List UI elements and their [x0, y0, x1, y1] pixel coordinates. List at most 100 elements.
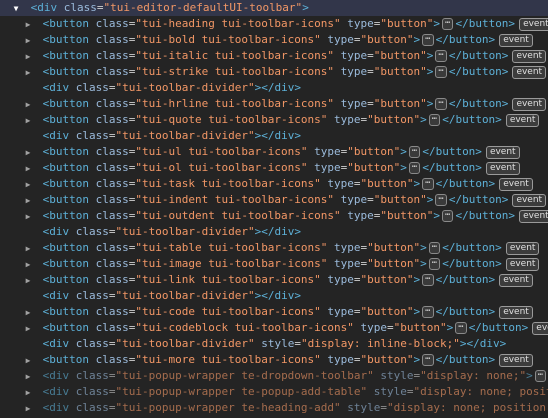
caret-right-icon[interactable]: ▶: [22, 369, 34, 384]
tag-bracket: >: [413, 33, 421, 46]
collapsed-children-ellipsis-icon[interactable]: ⋯: [408, 162, 421, 174]
attribute-value: "tui-popup-wrapper te-dropdown-toolbar": [115, 369, 374, 382]
attribute-name: class: [95, 193, 129, 206]
caret-down-icon[interactable]: ▼: [10, 1, 22, 16]
tree-node-row[interactable]: ▶ <button class = "tui-indent tui-toolbar-…: [0, 192, 548, 208]
caret-right-icon[interactable]: ▶: [22, 17, 34, 32]
tree-node-row[interactable]: ▶ <button class = "tui-bold tui-toolbar-ic…: [0, 32, 548, 48]
tree-node-row[interactable]: ▶ <button class="tui-image tui-toolbar-i…: [0, 256, 548, 272]
attribute-value: "tui-popup-wrapper te-popup-add-table": [115, 385, 368, 398]
caret-right-icon[interactable]: ▶: [22, 353, 34, 368]
caret-right-icon[interactable]: ▶: [22, 97, 34, 112]
tree-node-row[interactable]: ▶ <button class="tui-ul tui-toolbar-icon…: [0, 144, 548, 160]
event-badge[interactable]: event: [519, 17, 548, 31]
collapsed-children-ellipsis-icon[interactable]: ⋯: [422, 354, 434, 366]
event-badge[interactable]: event: [499, 273, 533, 287]
tree-node-row[interactable]: ▶ <div class="tui-popup-wrapper te-dropd…: [0, 368, 548, 384]
collapsed-children-ellipsis-icon[interactable]: ⋯: [422, 306, 434, 318]
event-badge[interactable]: event: [505, 241, 540, 255]
tree-node-row[interactable]: ▶ <button class="tui-table tui-toolbar-i…: [0, 240, 548, 256]
event-badge[interactable]: event: [512, 193, 547, 207]
closing-tag: </button>: [435, 177, 496, 190]
event-badge[interactable]: event: [512, 97, 547, 111]
collapsed-children-ellipsis-icon[interactable]: ⋯: [408, 146, 421, 158]
event-badge[interactable]: event: [519, 209, 548, 223]
tree-node-row[interactable]: <div class="tui-toolbar-divider"></div>: [0, 224, 548, 240]
event-badge[interactable]: event: [499, 177, 533, 191]
caret-right-icon[interactable]: ▶: [22, 257, 34, 272]
node-markup: <div class="tui-editor-defaultUI-toolbar…: [31, 1, 309, 14]
tree-node-row[interactable]: <div class="tui-toolbar-divider"></div>: [0, 80, 548, 96]
collapsed-children-ellipsis-icon[interactable]: ⋯: [442, 18, 454, 30]
node-markup: <button class="tui-heading tui-toolbar-i…: [43, 17, 548, 31]
tree-node-row[interactable]: ▶ <button class = "tui-codeblock tui-toolb…: [0, 320, 548, 336]
caret-right-icon[interactable]: ▶: [22, 273, 34, 288]
tree-node-row[interactable]: <div class="tui-toolbar-divider" style="…: [0, 336, 548, 352]
caret-right-icon[interactable]: ▶: [22, 209, 34, 224]
caret-right-icon[interactable]: ▶: [22, 385, 34, 400]
tree-node-row[interactable]: ▼ <div class="tui-editor-defaultUI-toolb…: [0, 0, 548, 16]
tree-node-row[interactable]: ▶ <button class="tui-quote tui-toolbar-i…: [0, 112, 548, 128]
tree-node-row[interactable]: ▶ <button class = "tui-strike tui-toolbar-…: [0, 64, 548, 80]
caret-right-icon[interactable]: ▶: [22, 113, 34, 128]
caret-right-icon[interactable]: ▶: [22, 241, 34, 256]
tree-node-row[interactable]: ▶ <button class = "tui-hrline tui-toolbar-…: [0, 96, 548, 112]
event-badge[interactable]: event: [512, 65, 547, 79]
attribute-name: class: [95, 49, 129, 62]
collapsed-children-ellipsis-icon[interactable]: ⋯: [435, 66, 447, 78]
attribute-value: "display: none; position: abso": [413, 385, 548, 398]
closing-tag: </div>: [261, 81, 301, 94]
event-badge[interactable]: event: [485, 161, 520, 175]
collapsed-children-ellipsis-icon[interactable]: ⋯: [435, 50, 447, 62]
tree-node-row[interactable]: ▶ <button class = "tui-more tui-toolbar-ic…: [0, 352, 548, 368]
event-badge[interactable]: event: [485, 145, 520, 159]
collapsed-children-ellipsis-icon[interactable]: ⋯: [422, 274, 434, 286]
collapsed-children-ellipsis-icon[interactable]: ⋯: [435, 194, 447, 206]
tree-node-row[interactable]: ▶ <button class="tui-heading tui-toolbar…: [0, 16, 548, 32]
collapsed-children-ellipsis-icon[interactable]: ⋯: [422, 34, 434, 46]
caret-right-icon[interactable]: ▶: [22, 305, 34, 320]
event-badge[interactable]: event: [505, 257, 540, 271]
collapsed-children-ellipsis-icon[interactable]: ⋯: [428, 114, 441, 126]
collapsed-children-ellipsis-icon[interactable]: ⋯: [442, 210, 454, 222]
tree-node-row[interactable]: ▶ <button class = "tui-italic tui-toolbar-…: [0, 48, 548, 64]
caret-right-icon[interactable]: ▶: [22, 177, 34, 192]
collapsed-children-ellipsis-icon[interactable]: ⋯: [422, 178, 434, 190]
tree-node-row[interactable]: ▶ <button class = "tui-code tui-toolbar-ic…: [0, 304, 548, 320]
caret-right-icon[interactable]: ▶: [22, 49, 34, 64]
closing-tag: </div>: [466, 337, 507, 350]
tree-node-row[interactable]: ▶ <button class = "tui-link tui-toolbar-ic…: [0, 272, 548, 288]
tree-node-row[interactable]: <div class="tui-toolbar-divider"></div>: [0, 288, 548, 304]
event-badge[interactable]: event: [499, 353, 533, 367]
event-badge[interactable]: event: [499, 33, 533, 47]
collapsed-children-ellipsis-icon[interactable]: ⋯: [435, 98, 447, 110]
tag-bracket: >: [420, 257, 427, 270]
tree-node-row[interactable]: ▶ <div class="tui-popup-wrapper te-headi…: [0, 400, 548, 416]
caret-right-icon[interactable]: ▶: [22, 193, 34, 208]
event-badge[interactable]: event: [499, 305, 533, 319]
tree-node-row[interactable]: ▶ <div class="tui-popup-wrapper te-popup…: [0, 384, 548, 400]
caret-right-icon[interactable]: ▶: [22, 65, 34, 80]
attribute-name: type: [314, 161, 341, 174]
caret-right-icon[interactable]: ▶: [22, 321, 34, 336]
equals: =: [108, 81, 116, 94]
collapsed-children-ellipsis-icon[interactable]: ⋯: [428, 242, 441, 254]
caret-right-icon[interactable]: ▶: [22, 33, 34, 48]
collapsed-children-ellipsis-icon[interactable]: ⋯: [455, 322, 467, 334]
collapsed-children-ellipsis-icon[interactable]: ⋯: [428, 258, 441, 270]
caret-right-icon[interactable]: ▶: [22, 161, 34, 176]
caret-right-icon[interactable]: ▶: [22, 401, 34, 416]
tag-name: <button: [42, 161, 89, 174]
caret-right-icon[interactable]: ▶: [22, 145, 34, 160]
event-badge[interactable]: event: [505, 113, 540, 127]
tree-node-row[interactable]: ▶ <button class="tui-ol tui-toolbar-icon…: [0, 160, 548, 176]
collapsed-children-ellipsis-icon[interactable]: ⋯: [534, 370, 547, 382]
tree-node-row[interactable]: <div class="tui-toolbar-divider"></div>: [0, 128, 548, 144]
tree-node-row[interactable]: ▶ <button class="tui-outdent tui-toolbar…: [0, 208, 548, 224]
tag-bracket: >: [420, 113, 427, 126]
tree-node-row[interactable]: ▶ <button class = "tui-task tui-toolbar-ic…: [0, 176, 548, 192]
event-badge[interactable]: event: [532, 321, 548, 335]
event-badge[interactable]: event: [512, 49, 547, 63]
